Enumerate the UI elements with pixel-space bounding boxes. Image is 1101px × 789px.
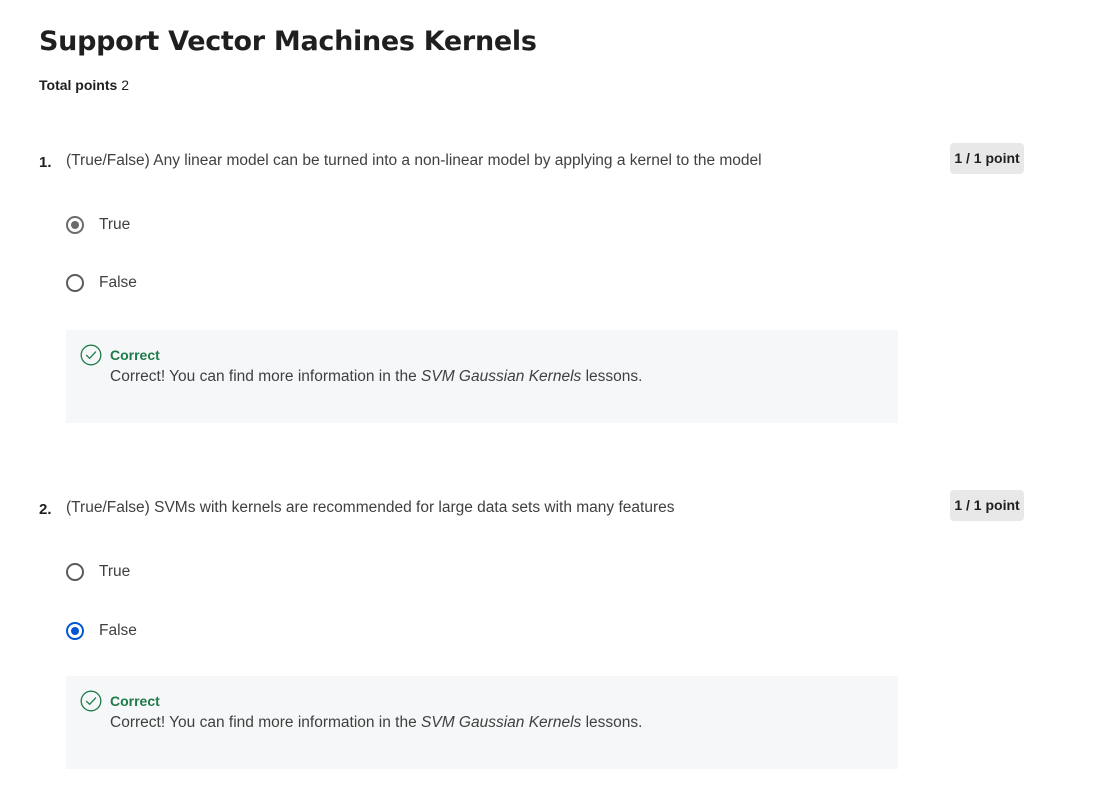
feedback-text: Correct! You can find more information i… bbox=[110, 368, 643, 385]
check-circle-icon bbox=[80, 690, 102, 712]
page-title: Support Vector Machines Kernels bbox=[39, 26, 537, 57]
points-badge: 1 / 1 point bbox=[950, 143, 1024, 174]
total-points-label: Total points bbox=[39, 77, 118, 93]
check-circle-icon bbox=[80, 344, 102, 366]
points-badge: 1 / 1 point bbox=[950, 490, 1024, 521]
question-text: (True/False) SVMs with kernels are recom… bbox=[66, 499, 675, 516]
option-label: True bbox=[99, 216, 131, 233]
radio-button-selected[interactable] bbox=[66, 216, 84, 234]
radio-button[interactable] bbox=[66, 274, 84, 292]
feedback-status: Correct bbox=[110, 347, 160, 363]
option-label: False bbox=[99, 622, 137, 639]
total-points-value: 2 bbox=[121, 77, 129, 93]
radio-button[interactable] bbox=[66, 563, 84, 581]
feedback-box: Correct Correct! You can find more infor… bbox=[66, 676, 898, 769]
option-label: True bbox=[99, 563, 131, 580]
radio-button-selected[interactable] bbox=[66, 622, 84, 640]
feedback-status: Correct bbox=[110, 693, 160, 709]
option-label: False bbox=[99, 274, 137, 291]
total-points: Total points 2 bbox=[39, 76, 129, 94]
feedback-text: Correct! You can find more information i… bbox=[110, 714, 643, 731]
question-number: 1. bbox=[39, 154, 52, 171]
question-number: 2. bbox=[39, 501, 52, 518]
feedback-box: Correct Correct! You can find more infor… bbox=[66, 330, 898, 423]
question-text: (True/False) Any linear model can be tur… bbox=[66, 152, 762, 169]
